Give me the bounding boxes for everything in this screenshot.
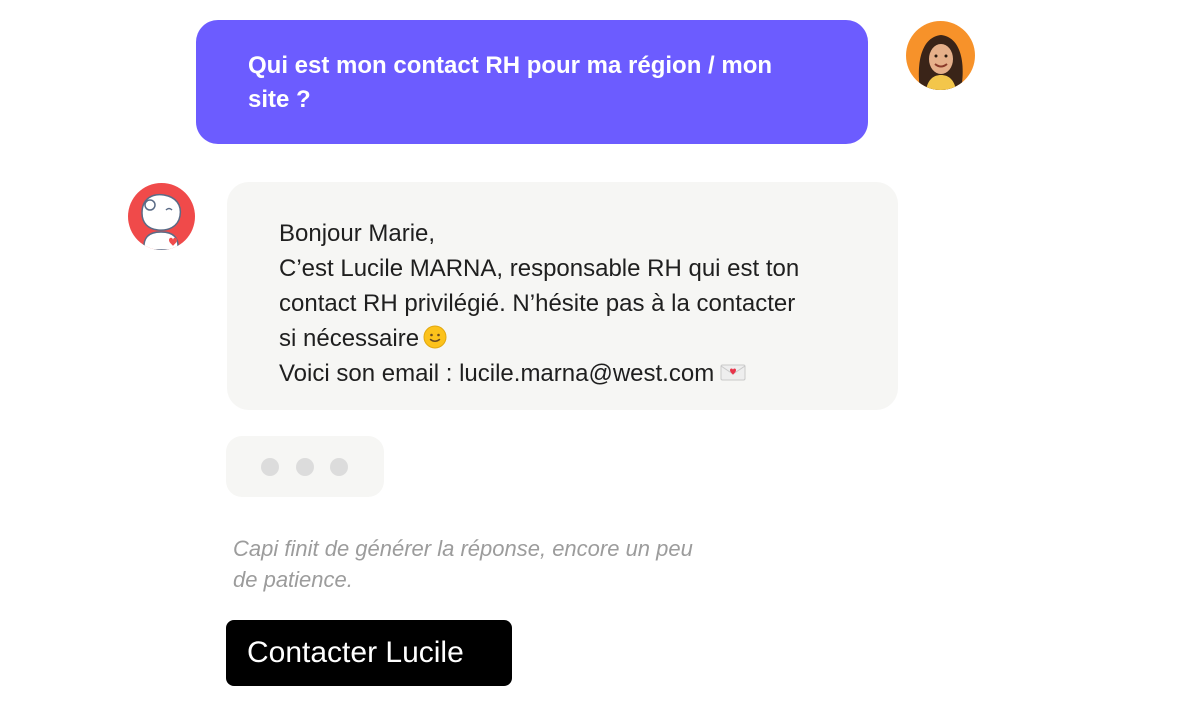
user-message-text: Qui est mon contact RH pour ma région / … [248, 52, 773, 113]
bot-message-line: Bonjour Marie, [279, 220, 436, 247]
bot-message-line-with-emoji: Voici son email : lucile.marna@west.com [279, 356, 858, 391]
love-letter-icon [720, 364, 746, 381]
slightly-smiling-face-icon [423, 325, 447, 349]
bot-email-text: Voici son email : lucile.marna@west.com [279, 360, 715, 387]
bot-message-line: contact RH privilégié. N’hésite pas à la… [279, 290, 796, 317]
user-avatar [906, 21, 975, 90]
typing-indicator [226, 436, 384, 497]
typing-dot [330, 458, 348, 476]
bot-message-text: si nécessaire [279, 325, 420, 352]
bot-message-line: C’est Lucile MARNA, responsable RH qui e… [279, 255, 800, 282]
capi-robot-avatar [128, 183, 195, 250]
typing-dot [296, 458, 314, 476]
generating-status-text: Capi finit de générer la réponse, encore… [233, 536, 693, 592]
bot-message-bubble: Bonjour Marie, C’est Lucile MARNA, respo… [227, 182, 898, 410]
bot-message-line-with-emoji: si nécessaire [279, 321, 858, 356]
contact-lucile-button[interactable]: Contacter Lucile [226, 620, 512, 686]
typing-dot [261, 458, 279, 476]
user-message-bubble: Qui est mon contact RH pour ma région / … [196, 20, 868, 144]
